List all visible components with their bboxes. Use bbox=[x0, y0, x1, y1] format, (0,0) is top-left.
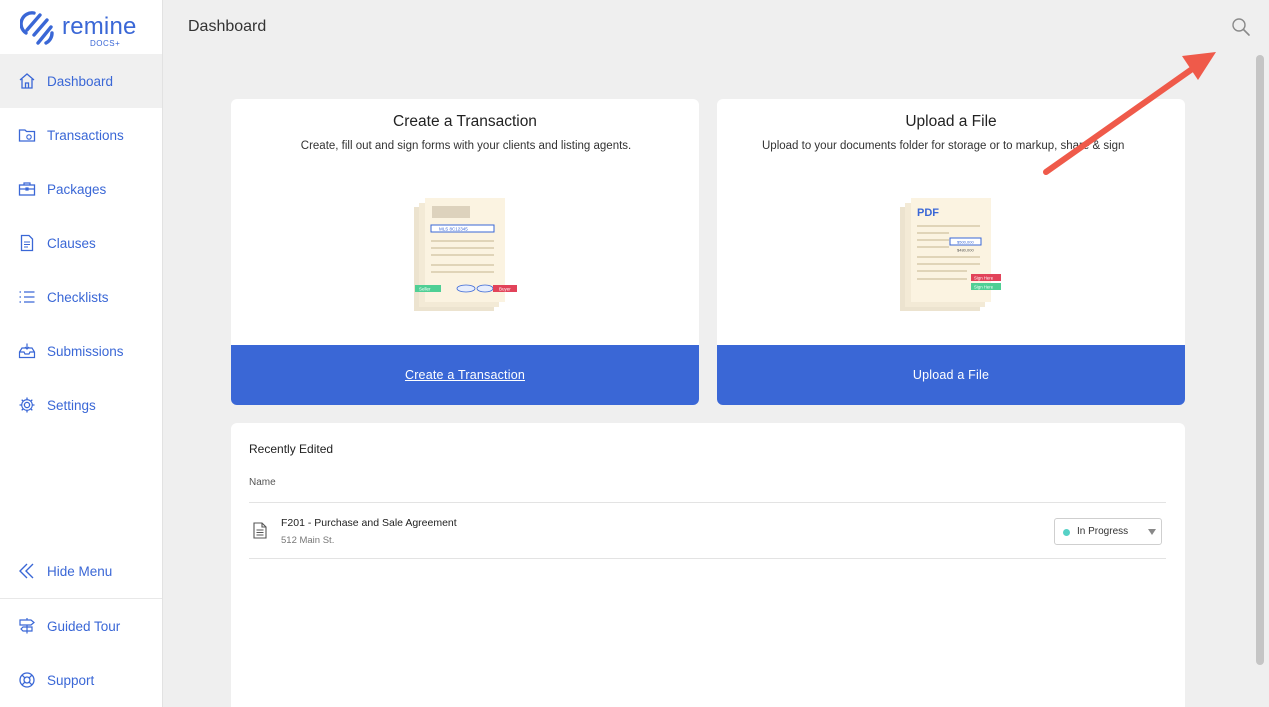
brand-name: remine bbox=[62, 13, 137, 40]
sidebar-item-settings[interactable]: Settings bbox=[0, 378, 162, 432]
hide-menu-button[interactable]: Hide Menu bbox=[0, 544, 162, 598]
sidebar-item-label: Guided Tour bbox=[47, 618, 121, 634]
annotation-arrow bbox=[1043, 52, 1216, 175]
create-transaction-card: Create a Transaction Create, fill out an… bbox=[231, 99, 699, 405]
card-description: Create, fill out and sign forms with you… bbox=[300, 140, 632, 152]
buyer-tag: Buyer bbox=[499, 287, 511, 292]
sign-here-1: Sign Here bbox=[974, 275, 994, 280]
document-address: 512 Main St. bbox=[281, 535, 335, 546]
row-divider bbox=[249, 558, 1166, 559]
sidebar-item-dashboard[interactable]: Dashboard bbox=[0, 54, 162, 108]
price-2: $480,000 bbox=[957, 248, 974, 253]
create-transaction-button[interactable]: Create a Transaction bbox=[231, 345, 699, 405]
button-label: Upload a File bbox=[912, 368, 990, 382]
sidebar-item-label: Settings bbox=[47, 397, 96, 413]
sidebar-item-label: Support bbox=[47, 672, 95, 688]
gear-icon bbox=[19, 397, 35, 413]
sidebar-item-submissions[interactable]: Submissions bbox=[0, 324, 162, 378]
sidebar: remine DOCS+ Dashboard Transactions Pack… bbox=[0, 0, 163, 707]
transaction-illustration: MLS 8C12345 Seller Buyer bbox=[414, 198, 517, 311]
status-label: In Progress bbox=[1077, 526, 1129, 537]
sidebar-item-label: Clauses bbox=[47, 235, 96, 251]
lifebuoy-icon bbox=[19, 672, 35, 688]
sidebar-item-packages[interactable]: Packages bbox=[0, 162, 162, 216]
home-icon bbox=[19, 73, 35, 89]
card-title: Create a Transaction bbox=[393, 113, 537, 130]
list-icon bbox=[19, 291, 35, 303]
sidebar-item-transactions[interactable]: Transactions bbox=[0, 108, 162, 162]
file-icon bbox=[253, 522, 267, 539]
mls-label: MLS 8C12345 bbox=[439, 227, 468, 232]
sidebar-item-label: Packages bbox=[47, 181, 107, 197]
page-title: Dashboard bbox=[188, 18, 267, 35]
sidebar-item-label: Transactions bbox=[47, 127, 124, 143]
sidebar-item-label: Hide Menu bbox=[47, 563, 113, 579]
price-1: $500,000 bbox=[957, 240, 974, 245]
column-header-name[interactable]: Name bbox=[249, 477, 276, 488]
guided-tour-button[interactable]: Guided Tour bbox=[0, 599, 162, 653]
upload-illustration: PDF $500,000 $480,000 Sign Here Sign Her… bbox=[900, 198, 1001, 311]
sidebar-item-clauses[interactable]: Clauses bbox=[0, 216, 162, 270]
double-chevron-left-icon bbox=[19, 563, 34, 579]
sidebar-item-label: Dashboard bbox=[47, 73, 114, 89]
pdf-label: PDF bbox=[917, 207, 939, 219]
document-icon bbox=[20, 234, 34, 252]
support-button[interactable]: Support bbox=[0, 653, 162, 707]
inbox-icon bbox=[18, 343, 36, 359]
seller-tag: Seller bbox=[419, 287, 431, 292]
status-dropdown[interactable]: In Progress bbox=[1054, 518, 1162, 545]
recently-edited-panel: Recently Edited Name F201 - Purchase and… bbox=[231, 423, 1185, 707]
table-row[interactable]: F201 - Purchase and Sale Agreement 512 M… bbox=[249, 503, 1166, 558]
folder-icon bbox=[18, 129, 36, 142]
remine-logo[interactable]: remine DOCS+ bbox=[20, 9, 140, 49]
sidebar-item-label: Checklists bbox=[47, 289, 109, 305]
search-button[interactable] bbox=[1230, 16, 1252, 38]
document-name[interactable]: F201 - Purchase and Sale Agreement bbox=[281, 517, 457, 529]
recently-edited-title: Recently Edited bbox=[249, 442, 334, 456]
briefcase-icon bbox=[18, 182, 36, 196]
signpost-icon bbox=[19, 618, 35, 634]
remine-logo-mark bbox=[20, 11, 54, 45]
sidebar-item-label: Submissions bbox=[47, 343, 124, 359]
caret-down-icon bbox=[1148, 529, 1156, 535]
button-label: Create a Transaction bbox=[404, 368, 526, 382]
brand-sub: DOCS+ bbox=[90, 39, 121, 48]
sign-here-2: Sign Here bbox=[974, 284, 994, 289]
sidebar-item-checklists[interactable]: Checklists bbox=[0, 270, 162, 324]
status-indicator bbox=[1063, 529, 1070, 536]
search-icon bbox=[1232, 18, 1250, 36]
upload-file-button[interactable]: Upload a File bbox=[717, 345, 1185, 405]
scrollbar[interactable] bbox=[1256, 55, 1264, 665]
